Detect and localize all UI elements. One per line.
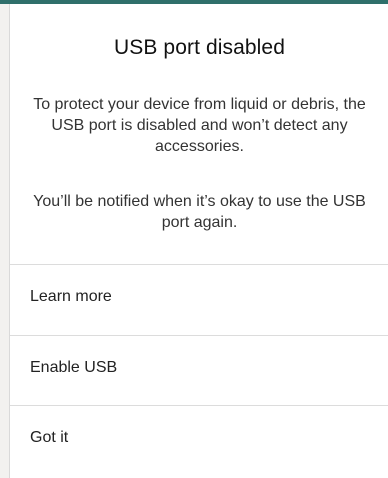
enable-usb-button[interactable]: Enable USB <box>10 335 388 403</box>
learn-more-label: Learn more <box>30 288 112 305</box>
got-it-label: Got it <box>30 429 69 446</box>
usb-disabled-dialog: USB port disabled To protect your device… <box>9 4 388 478</box>
dialog-title: USB port disabled <box>114 36 285 59</box>
enable-usb-label: Enable USB <box>30 359 118 376</box>
dialog-message-notification: You’ll be notified when it’s okay to use… <box>33 193 366 231</box>
learn-more-button[interactable]: Learn more <box>10 264 388 332</box>
got-it-button[interactable]: Got it <box>10 405 388 473</box>
dialog-message-protection: To protect your device from liquid or de… <box>33 96 366 155</box>
